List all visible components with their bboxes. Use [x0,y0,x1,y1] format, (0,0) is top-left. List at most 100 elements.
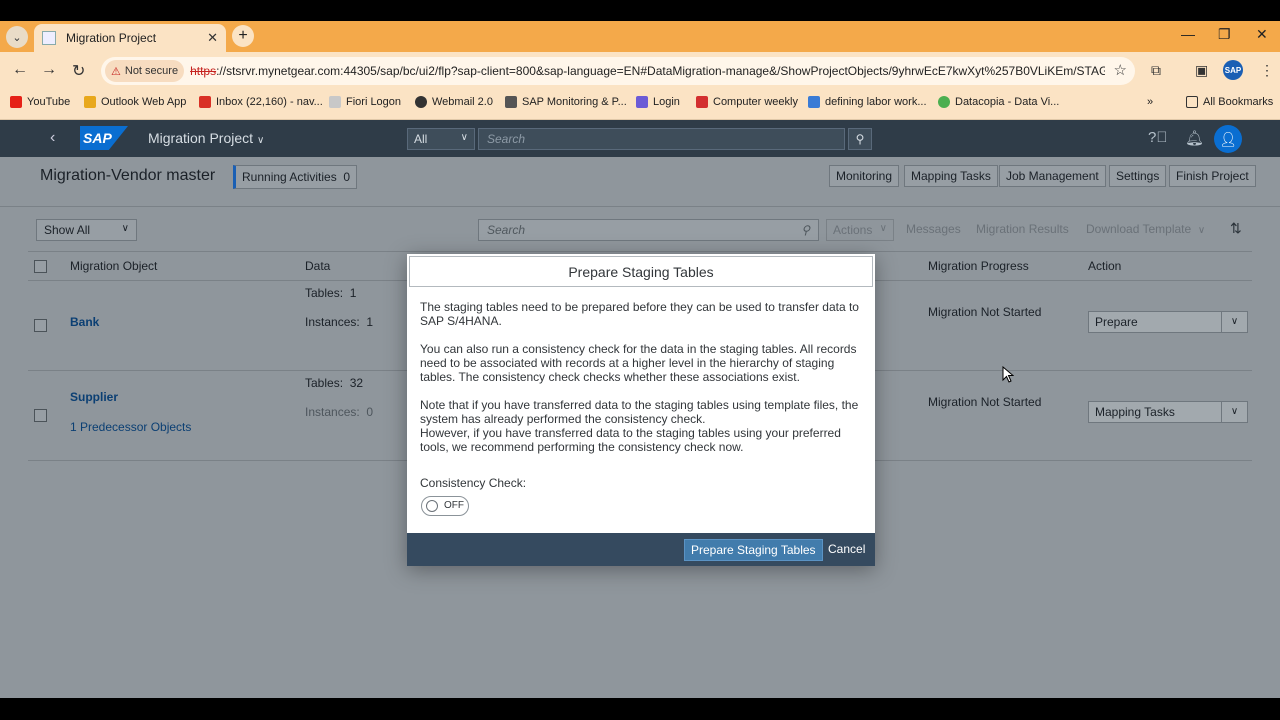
instances-value: 0 [366,405,374,419]
bookmark-star-icon[interactable]: ☆ [1114,61,1127,79]
show-all-select[interactable]: Show All ∨ [36,219,137,241]
login-icon [636,96,648,108]
column-migration-progress[interactable]: Migration Progress [928,259,1029,273]
shell-search-input[interactable]: Search [478,128,845,150]
column-migration-object[interactable]: Migration Object [70,259,157,273]
help-icon[interactable]: ?⃝ [1148,129,1168,146]
bookmarks-bar: YouTube Outlook Web App Inbox (22,160) -… [0,90,1280,120]
consistency-check-switch[interactable]: OFF [421,496,469,516]
kebab-menu-icon[interactable]: ⋮ [1260,62,1274,79]
running-activities-label: Running Activities [242,170,337,184]
job-management-button[interactable]: Job Management [999,165,1106,187]
search-icon[interactable]: ⚲ [848,128,872,150]
minimize-icon[interactable]: — [1181,26,1195,42]
bookmark-webmail[interactable]: Webmail 2.0 [415,96,493,108]
folder-icon [1186,96,1198,108]
cancel-button[interactable]: Cancel [828,542,865,556]
reload-icon[interactable]: ↻ [72,61,85,81]
side-panel-icon[interactable]: ▣ [1195,62,1208,79]
dialog-paragraph: Note that if you have transferred data t… [420,398,859,426]
tables-value: 1 [349,286,357,300]
monitoring-button[interactable]: Monitoring [829,165,900,187]
chevron-down-icon[interactable]: ∨ [1221,312,1247,332]
bookmark-sap-monitoring[interactable]: SAP Monitoring & P... [505,96,627,108]
mouse-cursor-icon [1002,366,1014,383]
bookmark-outlook[interactable]: Outlook Web App [84,96,186,108]
predecessor-objects-link[interactable]: 1 Predecessor Objects [70,420,191,434]
tables-label: Tables: [305,286,344,300]
migration-object-link[interactable]: Supplier [70,390,118,404]
chevron-down-icon: ∨ [257,135,265,146]
plus-icon: + [238,27,248,44]
url-text: https://stsrvr.mynetgear.com:44305/sap/b… [190,64,1105,78]
switch-state-label: OFF [444,500,464,511]
show-all-value: Show All [44,223,91,237]
search-scope-select[interactable]: All ∨ [407,128,475,150]
table-search-input[interactable]: Search ⚲ [478,219,819,241]
bookmark-label: Inbox (22,160) - nav... [216,96,323,108]
close-icon[interactable]: ✕ [207,30,218,46]
row-checkbox[interactable] [34,319,47,332]
gmail-icon [199,96,211,108]
browser-tabstrip: ⌄ Migration Project ✕ + — ❐ ✕ [0,21,1280,52]
extensions-icon[interactable]: ⧉ [1151,62,1161,79]
row-action-select[interactable]: Mapping Tasks ∨ [1088,401,1248,423]
bookmark-youtube[interactable]: YouTube [10,96,70,108]
back-icon[interactable]: ‹ [50,129,55,147]
sort-icon[interactable]: ⇅ [1230,220,1242,237]
computer-weekly-icon [696,96,708,108]
app-title-menu[interactable]: Migration Project ∨ [148,130,264,146]
column-action[interactable]: Action [1088,259,1121,273]
forward-arrow-icon[interactable]: → [41,61,57,79]
user-avatar[interactable]: 👤︎ [1214,125,1242,153]
tab-search-button[interactable]: ⌄ [6,26,28,48]
actions-menu-button[interactable]: Actions ∨ [826,219,894,241]
search-icon[interactable]: ⚲ [801,223,810,237]
row-checkbox[interactable] [34,409,47,422]
bookmark-gmail[interactable]: Inbox (22,160) - nav... [199,96,323,108]
chevron-down-icon: ∨ [879,223,887,234]
finish-project-button[interactable]: Finish Project [1169,165,1256,187]
column-data[interactable]: Data [305,259,330,273]
bookmark-label: Webmail 2.0 [432,96,493,108]
dialog-paragraph: However, if you have transferred data to… [420,426,841,454]
bookmark-label: defining labor work... [825,96,927,108]
bell-icon[interactable]: 🔔︎ [1185,129,1204,147]
bookmarks-overflow-icon[interactable]: » [1147,96,1153,108]
new-tab-button[interactable]: + [232,25,254,47]
search-scope-value: All [414,132,428,146]
tables-value: 32 [349,376,364,390]
bookmark-login[interactable]: Login [636,96,680,108]
table-toolbar: Show All ∨ Search ⚲ Actions ∨ Messages Migr… [0,207,1280,251]
row-action-select[interactable]: Prepare ∨ [1088,311,1248,333]
mapping-tasks-button[interactable]: Mapping Tasks [904,165,998,187]
migration-results-button[interactable]: Migration Results [976,222,1069,236]
window-close-icon[interactable]: ✕ [1256,26,1268,43]
running-activities-count: 0 [343,170,351,184]
running-activities-button[interactable]: Running Activities 0 [233,165,358,189]
bookmark-datacopia[interactable]: Datacopia - Data Vi... [938,96,1059,108]
settings-button[interactable]: Settings [1109,165,1167,187]
prepare-staging-tables-button[interactable]: Prepare Staging Tables [684,539,823,561]
security-chip[interactable]: ⚠ Not secure [105,60,185,82]
profile-avatar[interactable]: SAP [1223,60,1243,80]
bookmark-label: Datacopia - Data Vi... [955,96,1060,108]
datacopia-icon [938,96,950,108]
back-arrow-icon[interactable]: ← [12,61,28,79]
migration-object-link[interactable]: Bank [70,315,99,329]
browser-tab-active[interactable]: Migration Project ✕ [34,24,226,52]
address-bar[interactable]: ⚠ Not secure https://stsrvr.mynetgear.co… [101,57,1135,85]
chevron-down-icon[interactable]: ∨ [1221,402,1247,422]
messages-button[interactable]: Messages [906,222,961,236]
select-all-checkbox[interactable] [34,260,47,273]
bookmark-computer-weekly[interactable]: Computer weekly [696,96,798,108]
instances-value: 1 [366,315,374,329]
bookmark-labor-work[interactable]: defining labor work... [808,96,927,108]
sap-logo[interactable]: SAP [80,126,128,150]
bookmark-label: SAP Monitoring & P... [522,96,627,108]
download-template-button[interactable]: Download Template ∨ [1086,222,1205,236]
not-secure-label: Not secure [124,65,179,77]
all-bookmarks[interactable]: All Bookmarks [1186,96,1273,108]
restore-icon[interactable]: ❐ [1218,26,1231,43]
bookmark-fiori[interactable]: Fiori Logon [329,96,401,108]
